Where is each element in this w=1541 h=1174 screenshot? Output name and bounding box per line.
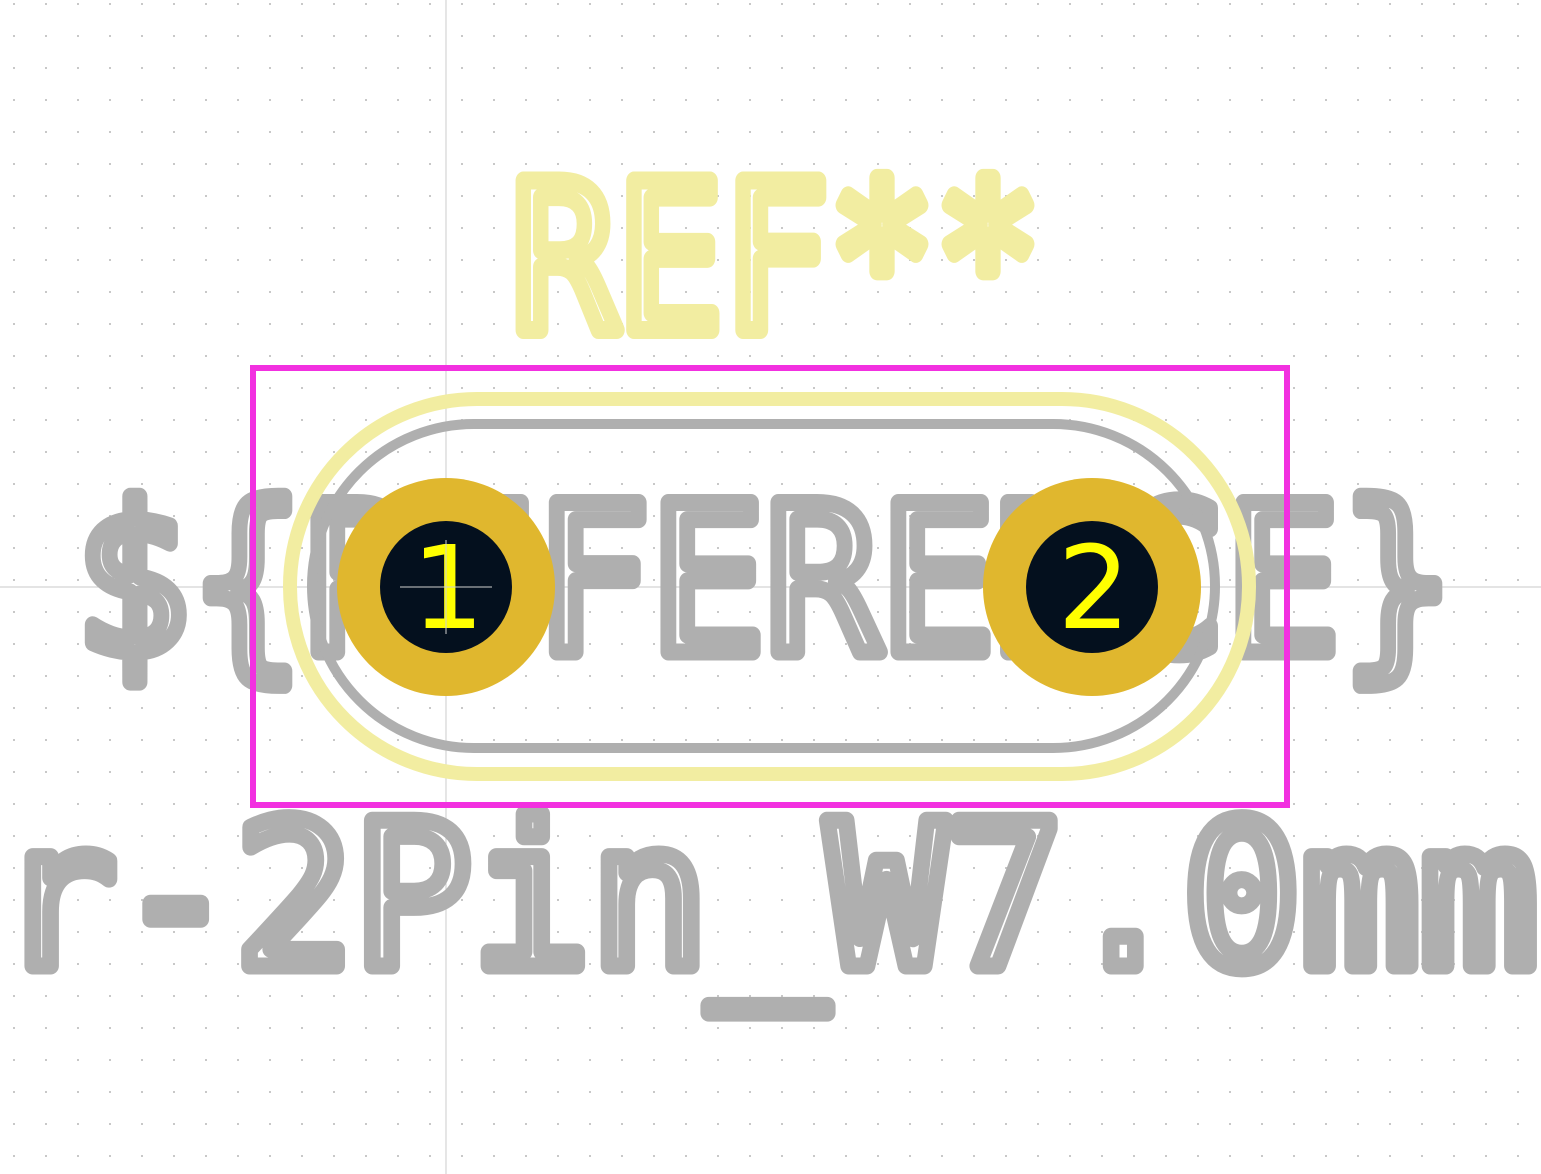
footprint-canvas[interactable]: ${REFERENCE} r-2Pin_W7.0mm REF** 1 2 — [0, 0, 1541, 1174]
fab-value-text: r-2Pin_W7.0mm — [0, 781, 1538, 1014]
pad-2-number: 2 — [1057, 522, 1130, 656]
pcb-view[interactable]: ${REFERENCE} r-2Pin_W7.0mm REF** 1 2 — [0, 0, 1541, 1174]
silkscreen-reference-text: REF** — [511, 141, 1041, 379]
pad-1-number: 1 — [411, 522, 484, 656]
pad-2[interactable]: 2 — [983, 478, 1201, 696]
